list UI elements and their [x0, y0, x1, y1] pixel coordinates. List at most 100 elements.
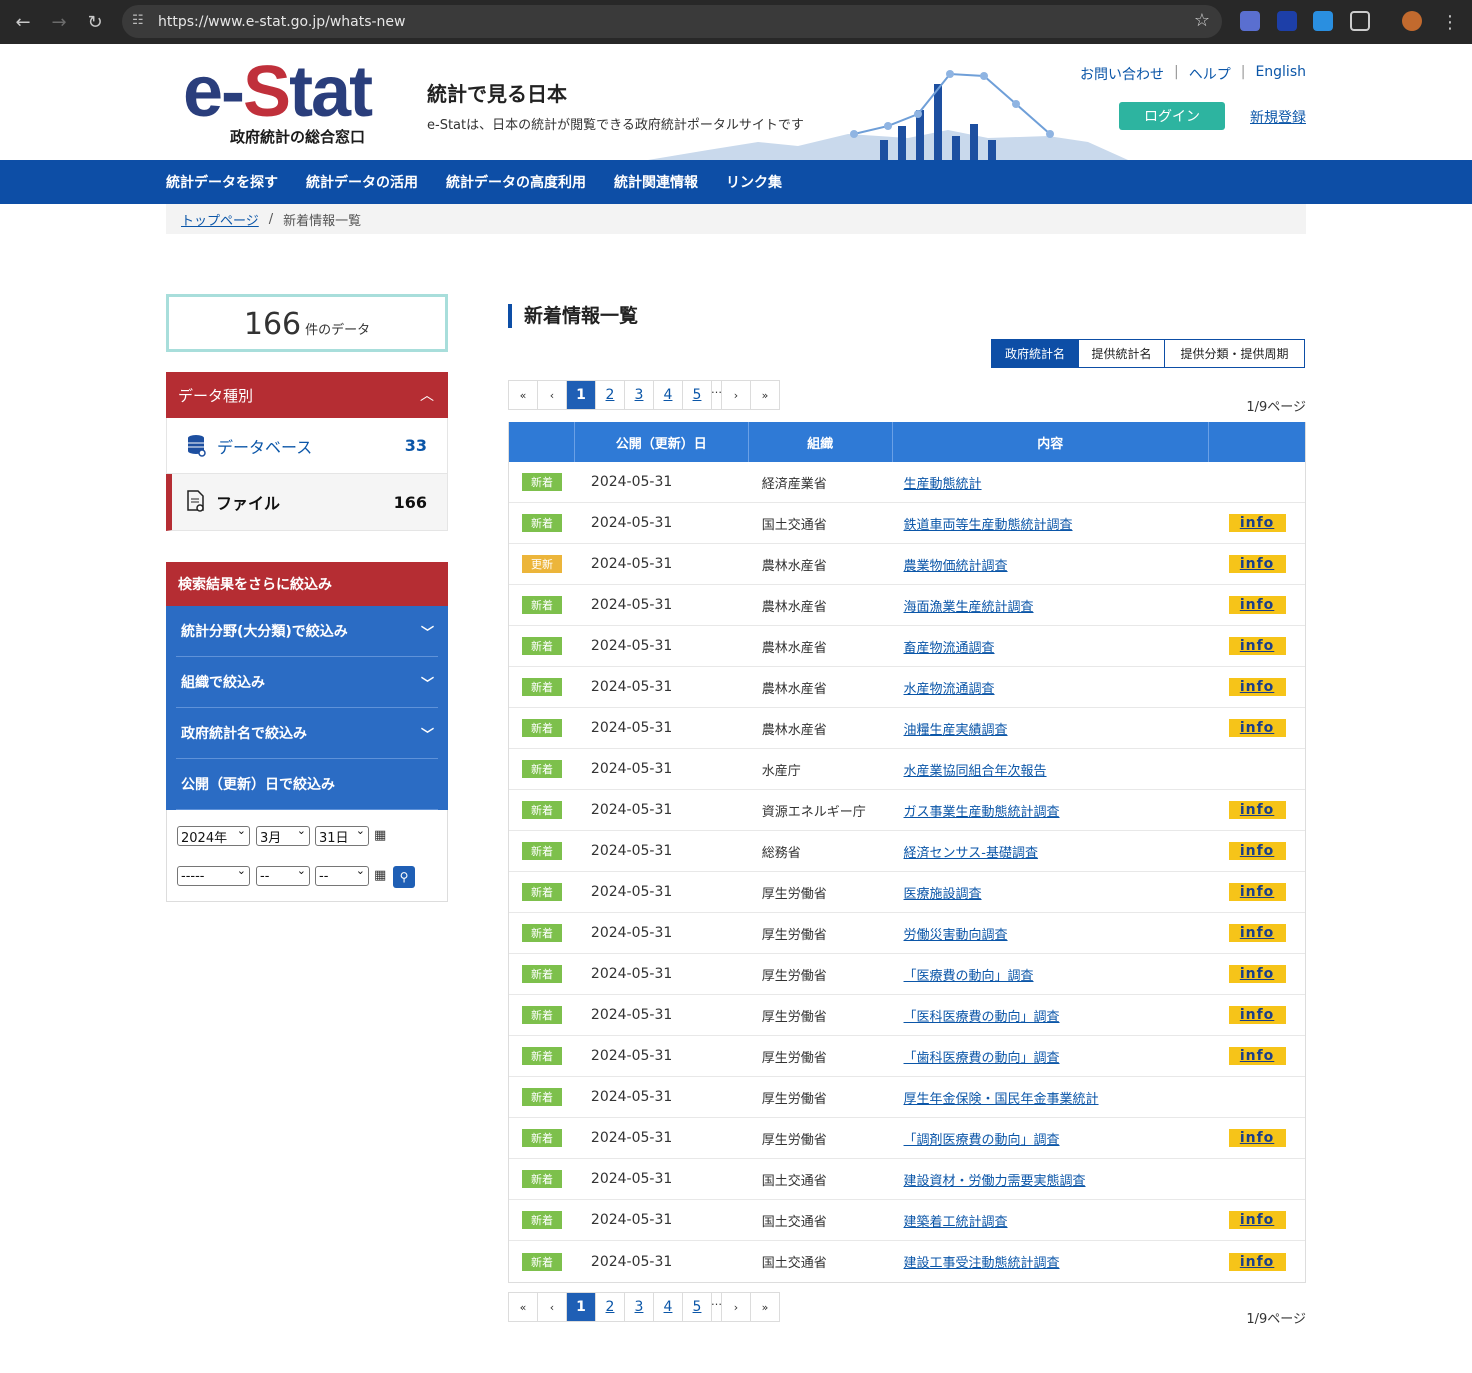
data-type-file[interactable]: ファイル 166: [166, 474, 448, 531]
avatar[interactable]: [1402, 11, 1422, 31]
tab-government-stats[interactable]: 政府統計名: [991, 339, 1079, 368]
content-link[interactable]: 「医科医療費の動向」調査: [893, 1006, 1210, 1025]
date-to-day-select[interactable]: --: [315, 864, 369, 886]
date-to-year-select[interactable]: -----: [177, 864, 250, 886]
page-1-button[interactable]: 1: [566, 1292, 596, 1322]
back-button[interactable]: ←: [5, 4, 41, 40]
page-1-button[interactable]: 1: [566, 380, 596, 410]
next-page-button[interactable]: ›: [721, 1292, 751, 1322]
tab-classification[interactable]: 提供分類・提供周期: [1164, 339, 1305, 368]
content-link[interactable]: 労働災害動向調査: [893, 924, 1210, 943]
puzzle-icon[interactable]: [1350, 11, 1370, 31]
date-search-button[interactable]: ⚲: [393, 866, 415, 888]
calendar-icon[interactable]: ▦: [374, 828, 386, 843]
content-link[interactable]: 海面漁業生産統計調査: [893, 596, 1210, 615]
info-button[interactable]: info: [1228, 1211, 1286, 1229]
info-button[interactable]: info: [1228, 678, 1286, 696]
content-link[interactable]: 水産業協同組合年次報告: [893, 760, 1210, 779]
info-button[interactable]: info: [1228, 514, 1286, 532]
page-5-button[interactable]: 5: [682, 380, 712, 410]
nav-item-links[interactable]: リンク集: [726, 172, 782, 192]
info-button[interactable]: info: [1228, 596, 1286, 614]
login-button[interactable]: ログイン: [1119, 102, 1225, 130]
content-link[interactable]: 農業物価統計調査: [893, 555, 1210, 574]
info-button[interactable]: info: [1228, 555, 1286, 573]
page-3-button[interactable]: 3: [624, 380, 654, 410]
organization-cell: 農林水産省: [761, 599, 827, 615]
info-button[interactable]: info: [1228, 637, 1286, 655]
content-link[interactable]: 「医療費の動向」調査: [893, 965, 1210, 984]
filter-organization[interactable]: 組織で絞込み ﹀: [176, 657, 438, 708]
content-link[interactable]: 油糧生産実績調査: [893, 719, 1210, 738]
content-link[interactable]: 医療施設調査: [893, 883, 1210, 902]
last-page-button[interactable]: »: [750, 1292, 780, 1322]
info-button[interactable]: info: [1228, 719, 1286, 737]
content-link[interactable]: ガス事業生産動態統計調査: [893, 801, 1210, 820]
info-button[interactable]: info: [1228, 965, 1286, 983]
filter-publish-date[interactable]: 公開（更新）日で絞込み: [176, 759, 438, 810]
content-link[interactable]: 「歯科医療費の動向」調査: [893, 1047, 1210, 1066]
first-page-button[interactable]: «: [508, 380, 538, 410]
info-button[interactable]: info: [1228, 1129, 1286, 1147]
browser-menu-button[interactable]: ⋮: [1432, 4, 1468, 40]
page-4-button[interactable]: 4: [653, 1292, 683, 1322]
reload-button[interactable]: ↻: [77, 4, 113, 40]
breadcrumb-current: 新着情報一覧: [283, 213, 362, 229]
info-button[interactable]: info: [1228, 1006, 1286, 1024]
page-3-button[interactable]: 3: [624, 1292, 654, 1322]
extension-icon[interactable]: [1313, 11, 1333, 31]
content-link[interactable]: 建設工事受注動態統計調査: [893, 1252, 1210, 1271]
address-bar[interactable]: ☷ https://www.e-stat.go.jp/whats-new ☆: [122, 5, 1222, 38]
data-type-database[interactable]: データベース 33: [166, 418, 448, 474]
organization-cell: 資源エネルギー庁: [761, 804, 866, 820]
next-page-button[interactable]: ›: [721, 380, 751, 410]
page-4-button[interactable]: 4: [653, 380, 683, 410]
content-link[interactable]: 生産動態統計: [893, 473, 1210, 492]
filter-statistics-name[interactable]: 政府統計名で絞込み ﹀: [176, 708, 438, 759]
date-from-month-select[interactable]: 3月: [256, 824, 310, 846]
page-2-button[interactable]: 2: [595, 380, 625, 410]
star-icon[interactable]: ☆: [1194, 10, 1210, 31]
info-button[interactable]: info: [1228, 801, 1286, 819]
filter-category[interactable]: 統計分野(大分類)で絞込み ﹀: [176, 606, 438, 657]
nav-item-find-data[interactable]: 統計データを探す: [166, 172, 278, 192]
nav-item-use-data[interactable]: 統計データの活用: [306, 172, 418, 192]
nav-item-related[interactable]: 統計関連情報: [614, 172, 698, 192]
info-button[interactable]: info: [1228, 842, 1286, 860]
prev-page-button[interactable]: ‹: [537, 1292, 567, 1322]
breadcrumb-home-link[interactable]: トップページ: [181, 210, 259, 229]
info-button[interactable]: info: [1228, 1252, 1286, 1271]
forward-button[interactable]: →: [41, 4, 77, 40]
extension-icon[interactable]: [1240, 11, 1260, 31]
date-from-day-select[interactable]: 31日: [315, 824, 369, 846]
extension-icon[interactable]: [1277, 11, 1297, 31]
signup-link[interactable]: 新規登録: [1250, 107, 1306, 127]
info-button[interactable]: info: [1228, 883, 1286, 901]
help-link[interactable]: ヘルプ: [1189, 64, 1231, 84]
data-type-header[interactable]: データ種別 ︿: [166, 372, 448, 418]
content-link[interactable]: 鉄道車両等生産動態統計調査: [893, 514, 1210, 533]
page-5-button[interactable]: 5: [682, 1292, 712, 1322]
info-button[interactable]: info: [1228, 1047, 1286, 1065]
page-2-button[interactable]: 2: [595, 1292, 625, 1322]
calendar-icon[interactable]: ▦: [374, 868, 386, 883]
nav-item-advanced[interactable]: 統計データの高度利用: [446, 172, 586, 192]
logo[interactable]: e-Stat: [183, 56, 373, 128]
content-link[interactable]: 厚生年金保険・国民年金事業統計: [893, 1088, 1210, 1107]
first-page-button[interactable]: «: [508, 1292, 538, 1322]
contact-link[interactable]: お問い合わせ: [1080, 64, 1164, 84]
content-link[interactable]: 建設資材・労働力需要実態調査: [893, 1170, 1210, 1189]
content-link[interactable]: 建築着工統計調査: [893, 1211, 1210, 1230]
content-link[interactable]: 畜産物流通調査: [893, 637, 1210, 656]
content-link[interactable]: 経済センサス-基礎調査: [893, 842, 1210, 861]
last-page-button[interactable]: »: [750, 380, 780, 410]
date-from-year-select[interactable]: 2024年: [177, 824, 250, 846]
info-button[interactable]: info: [1228, 924, 1286, 942]
prev-page-button[interactable]: ‹: [537, 380, 567, 410]
date-to-month-select[interactable]: --: [256, 864, 310, 886]
site-settings-icon[interactable]: ☷: [132, 13, 148, 29]
tab-provided-stats[interactable]: 提供統計名: [1078, 339, 1165, 368]
content-link[interactable]: 水産物流通調査: [893, 678, 1210, 697]
content-link[interactable]: 「調剤医療費の動向」調査: [893, 1129, 1210, 1148]
english-link[interactable]: English: [1255, 64, 1306, 84]
